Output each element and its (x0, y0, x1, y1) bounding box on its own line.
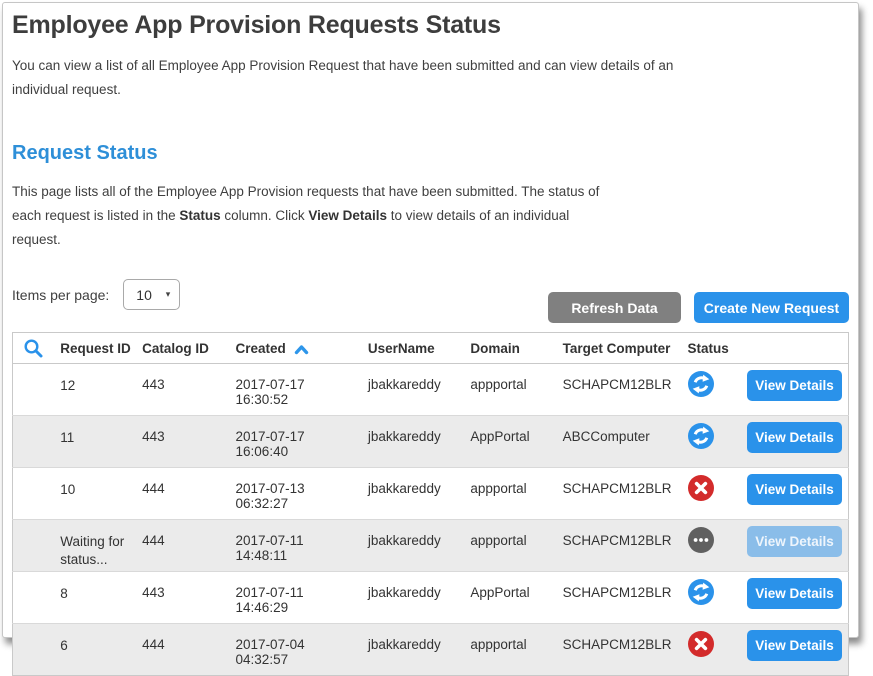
column-header-created-label: Created (236, 341, 286, 356)
created-cell: 2017-07-17 16:30:52 (228, 364, 360, 416)
status-cell (680, 364, 747, 416)
error-status-icon (688, 631, 714, 657)
view-details-button[interactable]: View Details (747, 474, 842, 505)
request-id-cell: 11 (52, 416, 134, 468)
section-desc-bold-view-details: View Details (308, 208, 387, 223)
column-header-domain[interactable]: Domain (462, 333, 554, 364)
sync-status-icon (688, 423, 714, 449)
table-row: 10 444 2017-07-13 06:32:27 jbakkareddy a… (13, 468, 849, 520)
username-cell: jbakkareddy (360, 416, 462, 468)
created-cell: 2017-07-11 14:46:29 (228, 572, 360, 624)
username-cell: jbakkareddy (360, 572, 462, 624)
row-search-spacer-cell (13, 520, 53, 572)
column-header-username[interactable]: UserName (360, 333, 462, 364)
action-buttons: Refresh Data Create New Request (548, 292, 849, 323)
refresh-data-button[interactable]: Refresh Data (548, 292, 681, 323)
username-cell: jbakkareddy (360, 468, 462, 520)
sync-status-icon (688, 579, 714, 605)
column-header-catalog-id[interactable]: Catalog ID (134, 333, 227, 364)
catalog-id-cell: 444 (134, 520, 227, 572)
target-computer-cell: SCHAPCM12BLR (555, 572, 680, 624)
username-cell: jbakkareddy (360, 520, 462, 572)
row-search-spacer-cell (13, 572, 53, 624)
created-cell: 2017-07-11 14:48:11 (228, 520, 360, 572)
row-search-spacer-cell (13, 468, 53, 520)
items-per-page-group: Items per page: 10 ▾ (12, 279, 180, 310)
table-row: 12 443 2017-07-17 16:30:52 jbakkareddy a… (13, 364, 849, 416)
status-cell (680, 468, 747, 520)
domain-cell: AppPortal (462, 572, 554, 624)
table-row: 11 443 2017-07-17 16:06:40 jbakkareddy A… (13, 416, 849, 468)
column-header-actions (747, 333, 849, 364)
status-cell (680, 572, 747, 624)
actions-cell: View Details (747, 416, 849, 468)
request-id-cell: Waiting for status... (52, 520, 134, 572)
chevron-down-icon: ▾ (166, 289, 171, 300)
view-details-button[interactable]: View Details (747, 578, 842, 609)
row-search-spacer-cell (13, 364, 53, 416)
sync-status-icon (688, 371, 714, 397)
domain-cell: appportal (462, 364, 554, 416)
page-title: Employee App Provision Requests Status (12, 9, 849, 40)
domain-cell: appportal (462, 468, 554, 520)
actions-cell: View Details (747, 520, 849, 572)
request-id-cell: 12 (52, 364, 134, 416)
catalog-id-cell: 443 (134, 572, 227, 624)
search-icon (23, 338, 44, 359)
catalog-id-cell: 443 (134, 364, 227, 416)
items-per-page-select[interactable]: 10 ▾ (123, 279, 180, 310)
error-status-icon (688, 475, 714, 501)
section-heading: Request Status (12, 142, 849, 165)
pending-status-icon (688, 527, 714, 553)
domain-cell: appportal (462, 520, 554, 572)
catalog-id-cell: 444 (134, 468, 227, 520)
table-header-row: Request ID Catalog ID Created UserName D… (13, 333, 849, 364)
target-computer-cell: ABCComputer (555, 416, 680, 468)
target-computer-cell: SCHAPCM12BLR (555, 468, 680, 520)
create-new-request-button[interactable]: Create New Request (694, 292, 849, 323)
section-description: This page lists all of the Employee App … (12, 180, 612, 252)
catalog-id-cell: 443 (134, 416, 227, 468)
request-id-cell: 10 (52, 468, 134, 520)
status-cell (680, 520, 747, 572)
search-header-cell[interactable] (13, 333, 53, 364)
actions-cell: View Details (747, 468, 849, 520)
requests-table: Request ID Catalog ID Created UserName D… (12, 332, 849, 676)
username-cell: jbakkareddy (360, 364, 462, 416)
view-details-button[interactable]: View Details (747, 370, 842, 401)
section-desc-bold-status: Status (179, 208, 220, 223)
domain-cell: AppPortal (462, 416, 554, 468)
created-cell: 2017-07-13 06:32:27 (228, 468, 360, 520)
table-row: 8 443 2017-07-11 14:46:29 jbakkareddy Ap… (13, 572, 849, 624)
column-header-created[interactable]: Created (228, 333, 360, 364)
target-computer-cell: SCHAPCM12BLR (555, 520, 680, 572)
controls-row: Items per page: 10 ▾ Refresh Data Create… (12, 279, 849, 323)
table-body: 12 443 2017-07-17 16:30:52 jbakkareddy a… (13, 364, 849, 676)
view-details-button[interactable]: View Details (747, 526, 842, 557)
request-id-cell: 8 (52, 572, 134, 624)
items-per-page-label: Items per page: (12, 287, 109, 303)
items-per-page-value: 10 (136, 287, 152, 303)
view-details-button[interactable]: View Details (747, 630, 842, 661)
page-intro: You can view a list of all Employee App … (12, 54, 702, 102)
row-search-spacer-cell (13, 416, 53, 468)
actions-cell: View Details (747, 364, 849, 416)
column-header-status[interactable]: Status (680, 333, 747, 364)
sort-ascending-icon (294, 344, 309, 355)
column-header-target-computer[interactable]: Target Computer (555, 333, 680, 364)
app-window: Employee App Provision Requests Status Y… (2, 2, 859, 638)
created-cell: 2017-07-17 16:06:40 (228, 416, 360, 468)
column-header-request-id[interactable]: Request ID (52, 333, 134, 364)
section-desc-part: column. Click (221, 208, 309, 223)
status-cell (680, 416, 747, 468)
target-computer-cell: SCHAPCM12BLR (555, 364, 680, 416)
table-row: Waiting for status... 444 2017-07-11 14:… (13, 520, 849, 572)
view-details-button[interactable]: View Details (747, 422, 842, 453)
actions-cell: View Details (747, 572, 849, 624)
